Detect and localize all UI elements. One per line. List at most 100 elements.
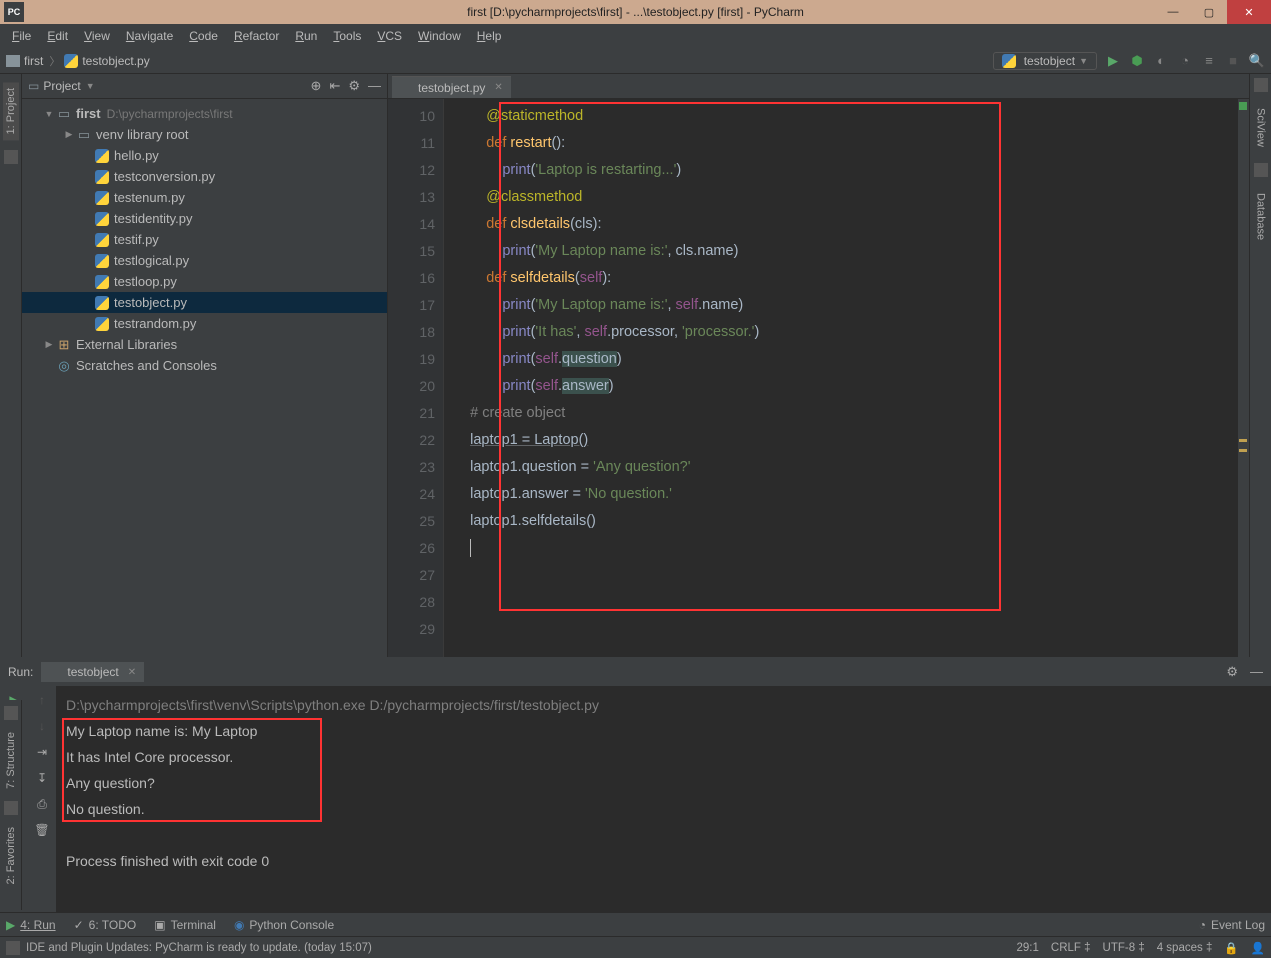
editor-panel: testobject.py ✕ 101112131415161718192021…: [388, 74, 1249, 657]
python-icon: [49, 666, 62, 679]
menu-code[interactable]: Code: [183, 27, 224, 45]
warning-marker[interactable]: [1239, 439, 1247, 442]
editor-tab-bar: testobject.py ✕: [388, 74, 1249, 99]
terminal-bottom-tab[interactable]: ▣Terminal: [154, 918, 216, 932]
scroll-icon[interactable]: ↧: [34, 770, 50, 786]
editor-scrollbar[interactable]: [1237, 99, 1249, 657]
menu-vcs[interactable]: VCS: [371, 27, 408, 45]
menu-refactor[interactable]: Refactor: [228, 27, 285, 45]
window-title: first [D:\pycharmprojects\first] - ...\t…: [467, 5, 804, 19]
gutter-icon[interactable]: [4, 150, 18, 164]
tree-file-testenum-py[interactable]: testenum.py: [22, 187, 387, 208]
tree-file-testobject-py[interactable]: testobject.py: [22, 292, 387, 313]
locate-icon[interactable]: ⊕: [311, 78, 322, 94]
run-tab-label: testobject: [67, 665, 118, 679]
sciview-tab[interactable]: SciView: [1253, 102, 1269, 153]
breadcrumb-sep: 〉: [49, 53, 60, 69]
navbar: first 〉 testobject.py testobject ▼ ▶ ⬢ ◐…: [0, 48, 1271, 74]
gutter-icon[interactable]: [1254, 163, 1268, 177]
concurrency-button[interactable]: ≡: [1201, 53, 1217, 69]
settings-icon[interactable]: ⚙: [348, 78, 360, 94]
left-gutter: 1: Project: [0, 74, 22, 657]
menu-tools[interactable]: Tools: [327, 27, 367, 45]
tree-file-testrandom-py[interactable]: testrandom.py: [22, 313, 387, 334]
coverage-button[interactable]: ◐: [1153, 53, 1169, 69]
editor-body[interactable]: 1011121314151617181920212223242526272829…: [388, 99, 1249, 657]
project-panel-header: ▭ Project ▼ ⊕ ⇤ ⚙ —: [22, 74, 387, 99]
close-button[interactable]: ✕: [1227, 0, 1271, 24]
close-icon[interactable]: ✕: [128, 667, 136, 678]
run-label: Run:: [8, 665, 33, 679]
menu-edit[interactable]: Edit: [41, 27, 74, 45]
event-log-tab[interactable]: ◔Event Log: [1199, 918, 1265, 932]
gutter-icon[interactable]: [4, 706, 18, 720]
hide-icon[interactable]: —: [368, 78, 381, 94]
collapse-icon[interactable]: ⇤: [329, 78, 340, 94]
indent[interactable]: 4 spaces ‡: [1157, 942, 1213, 954]
stop-button[interactable]: ■: [1225, 53, 1241, 69]
editor-tab[interactable]: testobject.py ✕: [392, 76, 511, 98]
main-area: 1: Project ▭ Project ▼ ⊕ ⇤ ⚙ — ▼▭firstD:…: [0, 74, 1271, 657]
project-tree[interactable]: ▼▭firstD:\pycharmprojects\first▶▭venv li…: [22, 99, 387, 657]
tree-file-testif-py[interactable]: testif.py: [22, 229, 387, 250]
project-tool-tab[interactable]: 1: Project: [3, 82, 19, 140]
menu-help[interactable]: Help: [471, 27, 508, 45]
run-tab[interactable]: testobject ✕: [41, 662, 144, 682]
inspection-ok-icon: [1239, 102, 1247, 110]
run-settings-icon[interactable]: ⚙: [1226, 664, 1238, 680]
gutter-icon[interactable]: [4, 801, 18, 815]
statusbar-icon[interactable]: [6, 941, 20, 955]
run-config-selector[interactable]: testobject ▼: [993, 52, 1097, 70]
menu-run[interactable]: Run: [289, 27, 323, 45]
menu-view[interactable]: View: [78, 27, 116, 45]
hide-run-icon[interactable]: —: [1250, 664, 1263, 680]
tree-external-libs[interactable]: ▶⊞External Libraries: [22, 334, 387, 355]
todo-bottom-tab[interactable]: ✓6: TODO: [74, 918, 137, 932]
lock-icon[interactable]: 🔒: [1224, 941, 1238, 955]
run-bottom-tab[interactable]: ▶4: Run: [6, 918, 56, 932]
debug-button[interactable]: ⬢: [1129, 53, 1145, 69]
menu-window[interactable]: Window: [412, 27, 467, 45]
print-icon[interactable]: ⎙: [34, 796, 50, 812]
statusbar: IDE and Plugin Updates: PyCharm is ready…: [0, 936, 1271, 958]
tree-file-hello-py[interactable]: hello.py: [22, 145, 387, 166]
python-file-icon: [400, 81, 413, 94]
close-tab-icon[interactable]: ✕: [494, 82, 502, 93]
encoding[interactable]: UTF-8 ‡: [1103, 942, 1145, 954]
breadcrumb-project[interactable]: first: [24, 54, 43, 68]
favorites-tab[interactable]: 2: Favorites: [3, 821, 19, 890]
trash-icon[interactable]: 🗑: [34, 822, 50, 838]
gutter-icon[interactable]: [1254, 78, 1268, 92]
minimize-button[interactable]: —: [1155, 0, 1191, 24]
hector-icon[interactable]: 👤: [1251, 941, 1265, 955]
tree-file-testconversion-py[interactable]: testconversion.py: [22, 166, 387, 187]
run-config-label: testobject: [1024, 54, 1075, 68]
console-output[interactable]: D:\pycharmprojects\first\venv\Scripts\py…: [56, 686, 1271, 912]
python-console-bottom-tab[interactable]: ◉Python Console: [234, 918, 334, 932]
tree-file-testlogical-py[interactable]: testlogical.py: [22, 250, 387, 271]
wrap-icon[interactable]: ⇥: [34, 744, 50, 760]
menu-navigate[interactable]: Navigate: [120, 27, 179, 45]
python-file-icon: [64, 54, 78, 68]
profile-button[interactable]: ◔: [1177, 53, 1193, 69]
tree-scratches[interactable]: ◎Scratches and Consoles: [22, 355, 387, 376]
menu-file[interactable]: File: [6, 27, 37, 45]
tree-file-testidentity-py[interactable]: testidentity.py: [22, 208, 387, 229]
code-area[interactable]: @staticmethod def restart(): print('Lapt…: [444, 99, 1237, 657]
run-button[interactable]: ▶: [1105, 53, 1121, 69]
search-everywhere-button[interactable]: 🔍: [1249, 53, 1265, 69]
tree-venv[interactable]: ▶▭venv library root: [22, 124, 387, 145]
tree-root[interactable]: ▼▭firstD:\pycharmprojects\first: [22, 103, 387, 124]
database-tab[interactable]: Database: [1253, 187, 1269, 246]
down-icon[interactable]: ↓: [34, 718, 50, 734]
warning-marker[interactable]: [1239, 449, 1247, 452]
maximize-button[interactable]: ▢: [1191, 0, 1227, 24]
run-body: ▶ ■ ‖ ⏏ ✕ ↑ ↓ ⇥ ↧ ⎙ 🗑 D:\pycharmprojects…: [0, 686, 1271, 912]
breadcrumb-file[interactable]: testobject.py: [82, 54, 149, 68]
tree-file-testloop-py[interactable]: testloop.py: [22, 271, 387, 292]
line-separator[interactable]: CRLF ‡: [1051, 942, 1091, 954]
project-panel-title[interactable]: ▭ Project ▼: [28, 79, 95, 93]
structure-tab[interactable]: 7: Structure: [3, 726, 19, 795]
caret-position[interactable]: 29:1: [1017, 942, 1039, 954]
up-icon[interactable]: ↑: [34, 692, 50, 708]
